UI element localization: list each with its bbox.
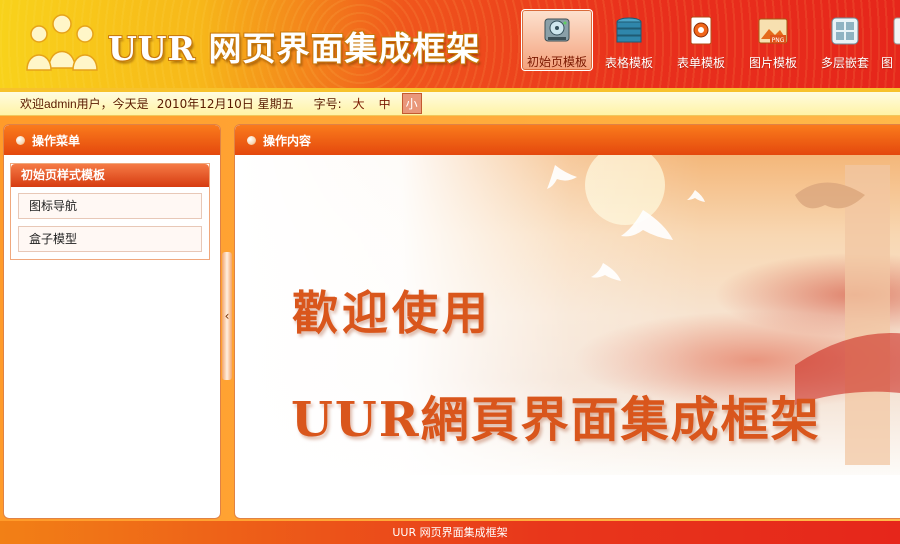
- sidebar-header: 操作菜单: [4, 125, 220, 155]
- sidebar-collapse-handle[interactable]: ‹: [222, 252, 232, 380]
- font-size-medium[interactable]: 中: [376, 94, 394, 113]
- menu-item-box-model[interactable]: 盒子模型: [18, 226, 202, 252]
- nav-label: 表格模板: [604, 56, 653, 70]
- nav-label: 图片模板: [748, 56, 797, 70]
- disk-drive-icon: [540, 15, 574, 47]
- nav-item-nested-layers[interactable]: 多层嵌套: [809, 9, 881, 71]
- sidebar-title: 操作菜单: [32, 133, 81, 148]
- nav-item-initial-page[interactable]: 初始页模板: [521, 9, 593, 71]
- png-image-icon: PNG: [756, 14, 790, 48]
- nav-label: 多层嵌套: [820, 56, 869, 70]
- grid-window-icon: [828, 14, 862, 48]
- menu-item-icon-nav[interactable]: 图标导航: [18, 193, 202, 219]
- nav-label: 图: [881, 56, 894, 70]
- nav-item-form-template[interactable]: 表单模板: [665, 9, 737, 71]
- welcome-banner-image: 歡迎使用 UUR網頁界面集成框架: [235, 155, 900, 475]
- menu-list: 图标导航 盒子模型: [11, 187, 209, 259]
- partial-icon: [881, 14, 900, 48]
- content-title: 操作内容: [263, 133, 312, 148]
- nav-label: 初始页模板: [526, 55, 587, 69]
- menu-group: 初始页样式模板 图标导航 盒子模型: [10, 163, 210, 260]
- top-nav: 初始页模板 表格模板 表单模板 PNG 图片模板 多层嵌套 图: [521, 9, 900, 71]
- main-area: 操作菜单 初始页样式模板 图标导航 盒子模型 ‹ 操作内容 歡迎使用 UUR網頁…: [0, 116, 900, 521]
- app-title: UUR 网页界面集成框架: [108, 29, 481, 68]
- info-bar: 欢迎admin用户，今天是 2010年12月10日 星期五 字号: 大 中 小: [0, 88, 900, 116]
- footer: UUR 网页界面集成框架: [0, 521, 900, 544]
- font-size-label: 字号:: [313, 97, 342, 111]
- bullet-dot-icon: [247, 135, 256, 145]
- bullet-dot-icon: [16, 135, 25, 145]
- footer-text: UUR 网页界面集成框架: [392, 526, 508, 539]
- people-logo-icon: [26, 14, 98, 71]
- settings-gear-icon: [684, 14, 718, 48]
- font-size-large[interactable]: 大: [350, 94, 368, 113]
- font-size-small[interactable]: 小: [401, 93, 422, 114]
- content-panel: 操作内容 歡迎使用 UUR網頁界面集成框架: [234, 124, 900, 519]
- menu-group-title[interactable]: 初始页样式模板: [11, 164, 209, 187]
- nav-item-partial[interactable]: 图: [881, 9, 900, 71]
- sidebar-panel: 操作菜单 初始页样式模板 图标导航 盒子模型: [3, 124, 221, 519]
- nav-label: 表单模板: [676, 56, 725, 70]
- content-header: 操作内容: [235, 125, 900, 155]
- header-banner: UUR 网页界面集成框架 初始页模板 表格模板 表单模板 PNG 图片模板 多层…: [0, 0, 900, 88]
- welcome-text: 欢迎admin用户，今天是: [20, 97, 149, 111]
- svg-text:PNG: PNG: [772, 37, 785, 44]
- banner-framework-text: UUR網頁界面集成框架: [291, 392, 821, 448]
- date-text: 2010年12月10日 星期五: [156, 97, 294, 111]
- chevron-left-icon: ‹: [224, 309, 230, 323]
- nav-item-table-template[interactable]: 表格模板: [593, 9, 665, 71]
- database-stack-icon: [612, 14, 646, 48]
- nav-item-image-template[interactable]: PNG 图片模板: [737, 9, 809, 71]
- banner-welcome-text: 歡迎使用: [292, 286, 492, 340]
